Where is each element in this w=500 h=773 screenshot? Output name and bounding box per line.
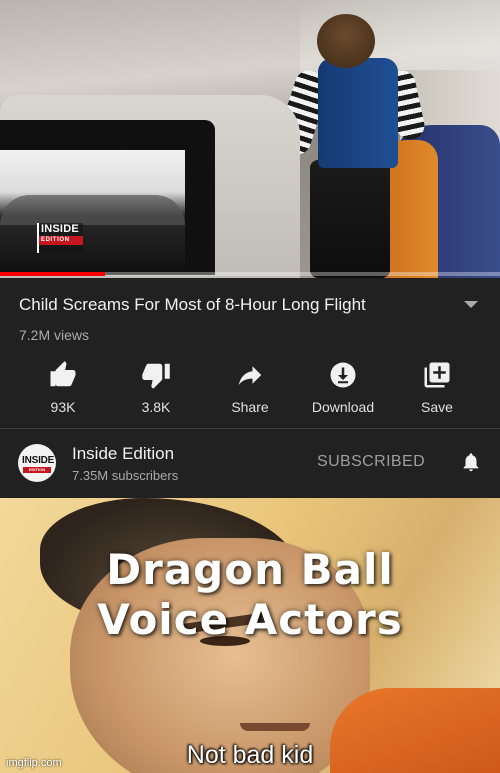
video-player[interactable]: INSIDE EDITION (0, 0, 500, 278)
thumbs-down-icon (142, 363, 170, 389)
video-info-panel: Child Screams For Most of 8-Hour Long Fl… (0, 278, 500, 498)
share-icon (238, 366, 262, 385)
download-icon (330, 362, 356, 388)
inside-edition-logo: INSIDE EDITION (37, 223, 83, 253)
thumbs-up-icon (50, 361, 76, 387)
subscribe-button[interactable]: SUBSCRIBED (317, 453, 425, 471)
share-label: Share (231, 399, 269, 415)
meme-caption-line-2: Voice Actors (97, 595, 403, 644)
progress-bar-fill (0, 272, 105, 276)
car-roof-shape (0, 195, 185, 225)
subscriber-count: 7.35M subscribers (72, 468, 179, 483)
child-head (317, 14, 375, 68)
dislike-count: 3.8K (141, 399, 171, 415)
avatar[interactable]: INSIDE EDITION (18, 444, 56, 482)
divider (0, 428, 500, 429)
download-label: Download (311, 399, 375, 415)
avatar-text-top: INSIDE (22, 455, 55, 466)
character-mouth (240, 723, 310, 731)
view-count: 7.2M views (19, 327, 90, 343)
channel-row: INSIDE EDITION Inside Edition 7.35M subs… (0, 430, 500, 496)
save-playlist-icon (424, 362, 450, 388)
video-title[interactable]: Child Screams For Most of 8-Hour Long Fl… (19, 295, 449, 315)
logo-text-top: INSIDE (41, 223, 79, 235)
child-legs (310, 160, 390, 278)
progress-bar[interactable] (0, 272, 500, 276)
action-bar: 93K 3.8K Share Download Save (0, 356, 500, 426)
meme-subtitle: Not bad kid (186, 741, 314, 769)
download-button[interactable]: Download (303, 356, 383, 422)
logo-text-bottom: EDITION (39, 236, 83, 245)
save-button[interactable]: Save (397, 356, 477, 422)
bell-icon[interactable] (460, 450, 482, 474)
like-count: 93K (50, 399, 76, 415)
child-body (318, 58, 398, 168)
watermark: imgflip.com (6, 757, 62, 769)
avatar-text-bottom: EDITION (23, 467, 51, 473)
like-button[interactable]: 93K (23, 356, 103, 422)
save-label: Save (421, 399, 453, 415)
dislike-button[interactable]: 3.8K (116, 356, 196, 422)
meme-caption-line-1: Dragon Ball (106, 545, 394, 594)
share-button[interactable]: Share (210, 356, 290, 422)
channel-name[interactable]: Inside Edition (72, 444, 174, 464)
meme-caption: Dragon Ball Voice Actors (0, 545, 500, 645)
meme-image: Dragon Ball Voice Actors Not bad kid img… (0, 498, 500, 773)
chevron-down-icon[interactable] (462, 300, 480, 310)
